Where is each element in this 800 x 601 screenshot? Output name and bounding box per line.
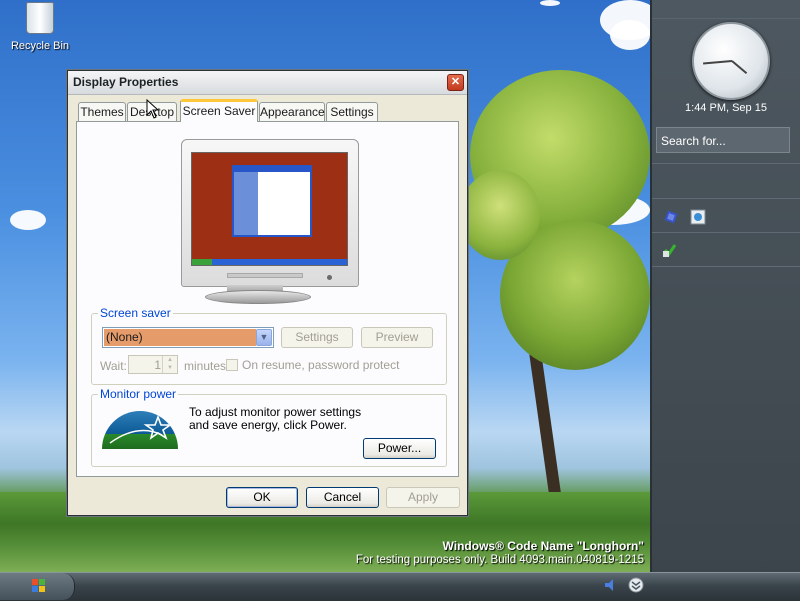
screen-saver-group: Screen saver (None) ▼ Settings Preview W… <box>91 306 447 385</box>
recycle-bin[interactable]: Recycle Bin <box>8 2 72 52</box>
sidebar-topbar <box>652 0 800 19</box>
screen-saver-preview-monitor <box>181 139 359 287</box>
tab-settings[interactable]: Settings <box>326 102 378 121</box>
spinner-arrows-icon[interactable]: ▲ ▼ <box>162 356 177 373</box>
display-properties-window: Display Properties ✕ Themes Desktop Scre… <box>67 70 468 516</box>
monitor-power-description: To adjust monitor power settings and sav… <box>189 405 362 432</box>
monitor-power-group: Monitor power To adjust monitor power se… <box>91 387 447 467</box>
tab-appearance[interactable]: Appearance <box>259 102 325 121</box>
title-bar[interactable]: Display Properties ✕ <box>68 71 467 95</box>
monitor-power-led <box>327 275 332 280</box>
notification-icon[interactable] <box>662 242 678 258</box>
preview-start-button <box>192 259 212 265</box>
build-watermark-title: Windows® Code Name "Longhorn" <box>442 539 644 553</box>
monitor-stand-base <box>205 290 311 304</box>
monitor-power-group-label: Monitor power <box>98 387 179 401</box>
settings-button[interactable]: Settings <box>281 327 353 348</box>
mouse-cursor-icon <box>146 99 160 119</box>
clock-time: 1:44 PM, Sep 15 <box>685 102 767 114</box>
monitor-slot <box>227 273 303 278</box>
cloud <box>610 20 650 50</box>
preview-taskbar <box>192 259 347 265</box>
sidebar-divider <box>652 198 800 199</box>
build-watermark-detail: For testing purposes only. Build 4093.ma… <box>355 554 644 566</box>
tab-themes[interactable]: Themes <box>78 102 126 121</box>
cancel-button[interactable]: Cancel <box>306 487 379 508</box>
preview-button[interactable]: Preview <box>361 327 433 348</box>
screen-saver-panel: Screen saver (None) ▼ Settings Preview W… <box>76 121 459 477</box>
minutes-label: minutes <box>184 359 227 373</box>
wait-minutes-spinner[interactable]: 1 ▲ ▼ <box>128 355 178 374</box>
windows-flag-icon <box>32 579 46 593</box>
screen-saver-group-label: Screen saver <box>98 306 173 320</box>
ok-button[interactable]: OK <box>226 487 298 508</box>
tab-screen-saver[interactable]: Screen Saver <box>180 99 258 122</box>
recycle-bin-icon <box>26 2 54 34</box>
close-button[interactable]: ✕ <box>447 74 464 91</box>
screen-saver-select[interactable]: (None) ▼ <box>102 327 274 348</box>
energy-star-logo <box>102 411 178 449</box>
chevron-down-icon[interactable]: ▼ <box>256 329 272 346</box>
sidebar-divider <box>652 266 800 267</box>
recycle-bin-label: Recycle Bin <box>10 40 70 52</box>
tree-canopy <box>460 170 540 260</box>
energy-star-icon <box>109 414 173 444</box>
preview-screen <box>191 152 348 266</box>
clock-minute-hand <box>703 60 733 65</box>
clock-icon[interactable] <box>692 22 770 100</box>
close-icon: ✕ <box>450 76 461 88</box>
sidebar-divider <box>652 163 800 164</box>
media-player-icon[interactable] <box>690 209 706 225</box>
start-button[interactable] <box>0 573 75 600</box>
password-protect-label: On resume, password protect <box>242 358 400 372</box>
window-title: Display Properties <box>73 75 179 89</box>
apply-button[interactable]: Apply <box>386 487 460 508</box>
wait-value: 1 <box>154 358 161 372</box>
tile-icon[interactable] <box>663 209 679 225</box>
sidebar <box>650 0 800 572</box>
expand-tray-icon[interactable] <box>627 576 645 594</box>
power-button[interactable]: Power... <box>363 438 436 459</box>
sidebar-divider <box>652 232 800 233</box>
taskbar <box>0 572 800 601</box>
preview-window <box>232 165 312 237</box>
volume-icon[interactable] <box>602 576 620 594</box>
password-protect-checkbox[interactable] <box>226 359 238 371</box>
cloud <box>10 210 46 230</box>
cloud <box>540 0 560 6</box>
wait-label: Wait: <box>100 359 127 373</box>
sidebar-search-input[interactable]: Search for... <box>656 127 790 153</box>
clock-hour-hand <box>731 60 748 74</box>
screen-saver-selected-value: (None) <box>104 329 256 346</box>
